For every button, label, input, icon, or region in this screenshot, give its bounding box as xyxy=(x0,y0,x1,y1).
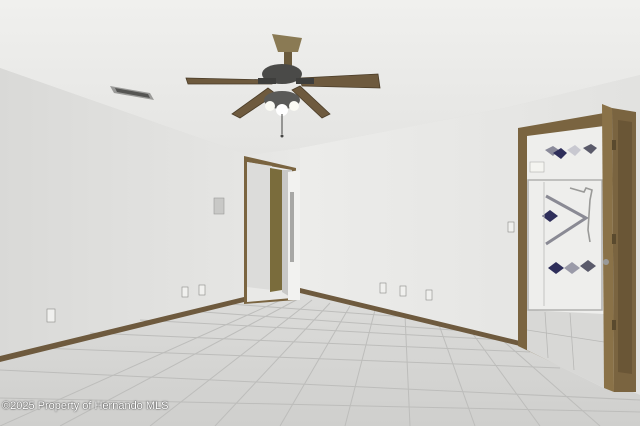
center-doorway xyxy=(244,156,300,304)
door-knob-icon xyxy=(603,259,609,265)
room-illustration xyxy=(0,0,640,426)
watermark-text: ©2025 Property of Hernando MLS xyxy=(2,400,169,412)
door-hinge-icon xyxy=(612,234,616,244)
outlet-back-3 xyxy=(425,289,433,301)
outlet-back-1 xyxy=(379,282,387,294)
door-hinge-icon xyxy=(612,320,616,330)
outlet-back-2 xyxy=(399,285,407,297)
outlet-left-3 xyxy=(198,284,206,296)
bathroom-doorway xyxy=(518,104,636,392)
light-switch xyxy=(507,221,515,233)
outlet-left-2 xyxy=(181,286,189,298)
bathroom-light-fixture xyxy=(529,161,545,173)
outlet-left-1 xyxy=(46,308,56,323)
room-photo: ©2025 Property of Hernando MLS xyxy=(0,0,640,426)
door-hinge-icon xyxy=(612,140,616,150)
wall-thermostat xyxy=(213,197,225,215)
